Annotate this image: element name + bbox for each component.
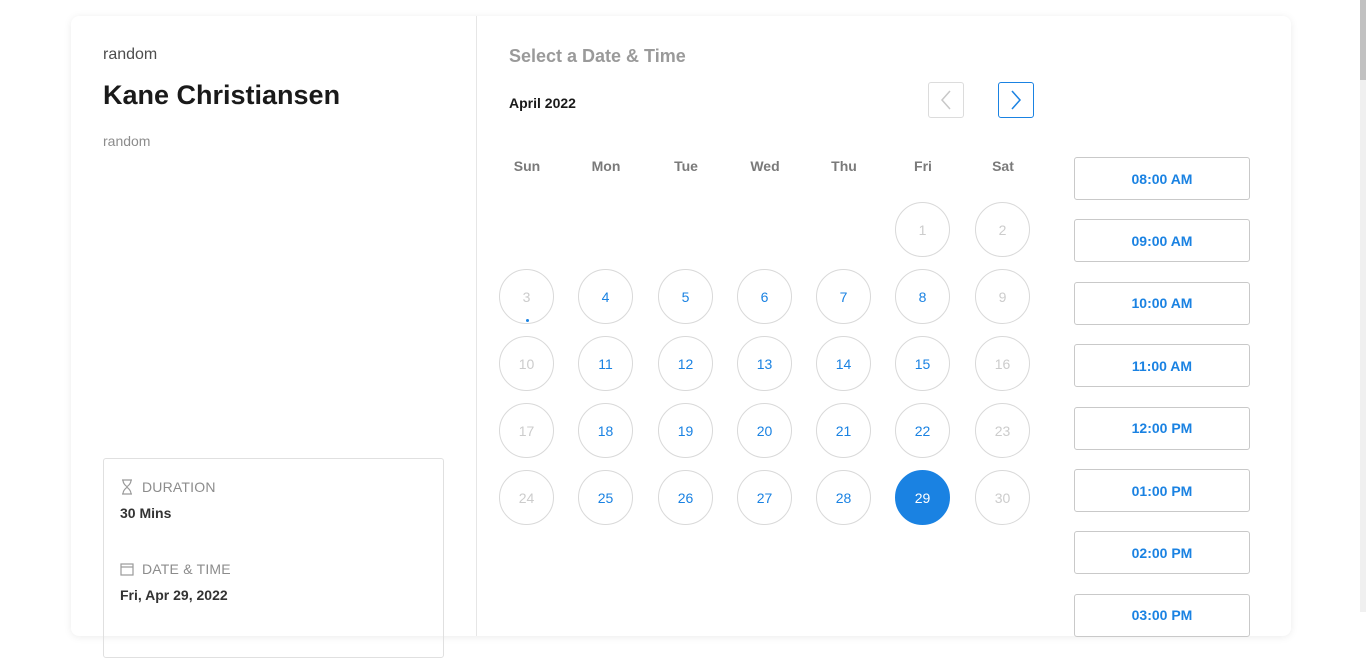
calendar-day-label: 13 <box>756 355 773 372</box>
calendar-day-label: 18 <box>597 422 614 439</box>
month-label: April 2022 <box>509 95 576 111</box>
calendar-day-22[interactable]: 22 <box>895 403 950 458</box>
calendar-day-label: 20 <box>756 422 773 439</box>
calendar-day-29[interactable]: 29 <box>895 470 950 525</box>
calendar-day-28[interactable]: 28 <box>816 470 871 525</box>
time-slot-button[interactable]: 03:00 PM <box>1074 593 1250 637</box>
weekday-fri: Fri <box>914 158 932 174</box>
calendar-day-label: 2 <box>998 221 1007 238</box>
duration-label: DURATION <box>142 479 216 495</box>
weekday-tue: Tue <box>674 158 698 174</box>
time-slot-button[interactable]: 11:00 AM <box>1074 344 1250 388</box>
calendar-day-label: 25 <box>597 489 614 506</box>
booking-summary: DURATION 30 Mins DATE & TIME Fri, Apr 29… <box>103 458 444 658</box>
calendar-day-25[interactable]: 25 <box>578 470 633 525</box>
hourglass-icon <box>122 479 132 495</box>
calendar-day-label: 1 <box>918 221 927 238</box>
datetime-value: Fri, Apr 29, 2022 <box>120 587 228 603</box>
duration-value: 30 Mins <box>120 505 172 521</box>
event-details-panel: random Kane Christiansen random DURATION… <box>71 16 477 658</box>
calendar-day-label: 6 <box>760 288 769 305</box>
time-slot-button[interactable]: 12:00 PM <box>1074 406 1250 450</box>
calendar-day-label: 21 <box>835 422 852 439</box>
today-indicator <box>526 319 529 322</box>
calendar-day-11[interactable]: 11 <box>578 336 633 391</box>
calendar-day-label: 12 <box>677 355 694 372</box>
datetime-label: DATE & TIME <box>142 561 231 577</box>
calendar-day-label: 24 <box>518 489 535 506</box>
chevron-right-icon <box>1011 90 1022 110</box>
calendar-day-17: 17 <box>499 403 554 458</box>
calendar-day-label: 14 <box>835 355 852 372</box>
calendar-day-2: 2 <box>975 202 1030 257</box>
calendar-day-12[interactable]: 12 <box>658 336 713 391</box>
weekday-wed: Wed <box>750 158 780 174</box>
calendar-day-label: 5 <box>681 288 690 305</box>
calendar-day-label: 23 <box>994 422 1011 439</box>
weekday-thu: Thu <box>831 158 857 174</box>
time-slot-button[interactable]: 02:00 PM <box>1074 531 1250 575</box>
duration-label-row: DURATION <box>120 479 216 495</box>
prev-month-button[interactable] <box>928 82 964 118</box>
calendar-day-19[interactable]: 19 <box>658 403 713 458</box>
calendar-day-30: 30 <box>975 470 1030 525</box>
time-slot-button[interactable]: 08:00 AM <box>1074 157 1250 200</box>
calendar-day-label: 9 <box>998 288 1007 305</box>
calendar-day-13[interactable]: 13 <box>737 336 792 391</box>
calendar-day-label: 15 <box>914 355 931 372</box>
time-slot-button[interactable]: 01:00 PM <box>1074 469 1250 512</box>
weekday-sun: Sun <box>513 158 541 174</box>
host-name: Kane Christiansen <box>103 80 341 110</box>
scheduler-panel: Select a Date & Time April 2022 Sun Mon Tu… <box>477 16 1291 637</box>
calendar-day-label: 28 <box>835 489 852 506</box>
calendar-day-10: 10 <box>499 336 554 391</box>
calendar-day-15[interactable]: 15 <box>895 336 950 391</box>
calendar-day-5[interactable]: 5 <box>658 269 713 324</box>
calendar-day-23: 23 <box>975 403 1030 458</box>
time-slot-button[interactable]: 10:00 AM <box>1074 281 1250 325</box>
calendar-day-4[interactable]: 4 <box>578 269 633 324</box>
time-slot-button[interactable]: 09:00 AM <box>1074 219 1250 263</box>
datetime-label-row: DATE & TIME <box>120 561 231 577</box>
calendar-day-label: 26 <box>677 489 694 506</box>
next-month-button[interactable] <box>998 82 1034 118</box>
calendar-day-label: 11 <box>598 355 613 372</box>
calendar-day-26[interactable]: 26 <box>658 470 713 525</box>
calendar-day-label: 10 <box>518 355 535 372</box>
scrollbar-thumb[interactable] <box>1360 0 1366 80</box>
scheduler-title: Select a Date & Time <box>509 46 686 66</box>
calendar-day-label: 27 <box>756 489 773 506</box>
calendar-day-label: 22 <box>914 422 931 439</box>
organizer-name: random <box>103 46 158 63</box>
calendar-icon <box>120 563 134 576</box>
calendar-day-label: 29 <box>914 489 931 506</box>
calendar-day-14[interactable]: 14 <box>816 336 871 391</box>
calendar-day-label: 30 <box>994 489 1011 506</box>
weekday-mon: Mon <box>591 158 621 174</box>
calendar-day-9: 9 <box>975 269 1030 324</box>
weekday-sat: Sat <box>992 158 1014 174</box>
calendar-day-7[interactable]: 7 <box>816 269 871 324</box>
calendar-day-24: 24 <box>499 470 554 525</box>
calendar-day-label: 8 <box>918 288 927 305</box>
calendar-day-1: 1 <box>895 202 950 257</box>
calendar-day-21[interactable]: 21 <box>816 403 871 458</box>
booking-card: random Kane Christiansen random DURATION… <box>71 16 1291 658</box>
calendar-day-label: 19 <box>677 422 694 439</box>
calendar-day-6[interactable]: 6 <box>737 269 792 324</box>
calendar-day-20[interactable]: 20 <box>737 403 792 458</box>
chevron-left-icon <box>940 90 951 110</box>
calendar-day-label: 3 <box>522 288 531 305</box>
calendar-day-18[interactable]: 18 <box>578 403 633 458</box>
calendar-day-3: 3 <box>499 269 554 324</box>
calendar-day-label: 7 <box>839 288 848 305</box>
calendar-day-label: 4 <box>601 288 610 305</box>
page-scrollbar[interactable] <box>1360 0 1366 612</box>
calendar-day-label: 17 <box>518 422 535 439</box>
event-description: random <box>103 133 151 149</box>
calendar-day-16: 16 <box>975 336 1030 391</box>
calendar-day-label: 16 <box>994 355 1011 372</box>
calendar-day-8[interactable]: 8 <box>895 269 950 324</box>
calendar-day-27[interactable]: 27 <box>737 470 792 525</box>
